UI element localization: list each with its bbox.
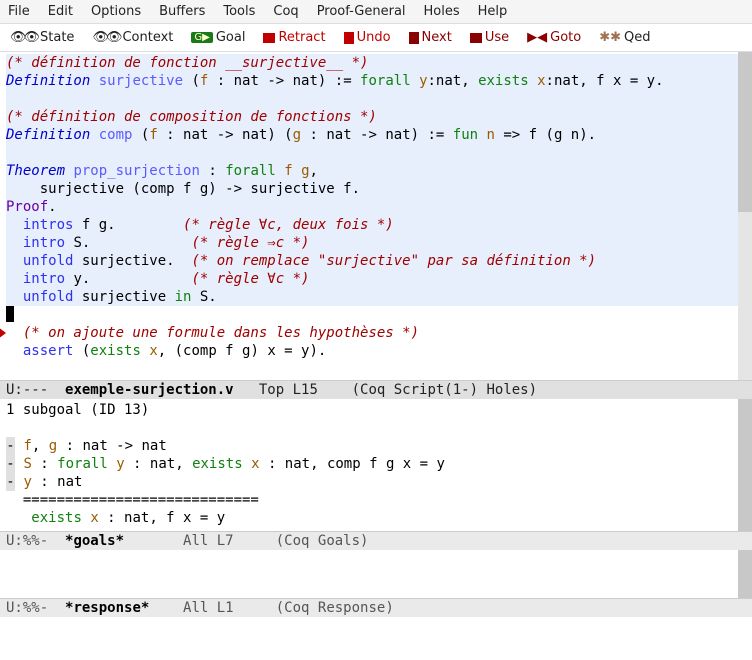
modeline-goals: U:%%- *goals* All L7 (Coq Goals) <box>0 531 752 550</box>
menu-edit[interactable]: Edit <box>48 4 73 19</box>
undo-icon <box>344 32 354 44</box>
menubar: File Edit Options Buffers Tools Coq Proo… <box>0 0 752 24</box>
state-icon: 👁👁 <box>10 30 37 45</box>
menu-proof-general[interactable]: Proof-General <box>317 4 406 19</box>
goto-button[interactable]: ▶◀ Goto <box>527 30 581 45</box>
menu-tools[interactable]: Tools <box>223 4 255 19</box>
menu-options[interactable]: Options <box>91 4 141 19</box>
toolbar: 👁👁 State 👁👁 Context G▶ Goal Retract Undo… <box>0 24 752 52</box>
proof-marker-icon <box>0 327 6 339</box>
qed-button[interactable]: ✱✱ Qed <box>599 30 650 45</box>
response-scrollbar[interactable] <box>738 550 752 598</box>
modeline-main: U:--- exemple-surjection.v Top L15 (Coq … <box>0 380 752 399</box>
use-icon <box>470 33 482 43</box>
menu-help[interactable]: Help <box>478 4 508 19</box>
code-editor[interactable]: (* définition de fonction __surjective__… <box>0 52 752 380</box>
goals-scrollbar[interactable] <box>738 399 752 531</box>
text-cursor <box>6 306 14 322</box>
menu-buffers[interactable]: Buffers <box>159 4 205 19</box>
goal-icon: G▶ <box>191 32 212 43</box>
menu-coq[interactable]: Coq <box>273 4 298 19</box>
response-pane[interactable] <box>0 550 752 598</box>
menu-file[interactable]: File <box>8 4 30 19</box>
goal-button[interactable]: G▶ Goal <box>191 30 245 45</box>
code-scrollbar[interactable] <box>738 52 752 380</box>
retract-icon <box>263 33 275 43</box>
goals-pane[interactable]: 1 subgoal (ID 13) - f, g : nat -> nat- S… <box>0 399 752 531</box>
context-icon: 👁👁 <box>92 30 119 45</box>
qed-icon: ✱✱ <box>599 30 621 45</box>
undo-button[interactable]: Undo <box>344 30 391 45</box>
modeline-response: U:%%- *response* All L1 (Coq Response) <box>0 598 752 617</box>
menu-holes[interactable]: Holes <box>424 4 460 19</box>
next-button[interactable]: Next <box>409 30 452 45</box>
next-icon <box>409 32 419 44</box>
goto-icon: ▶◀ <box>527 30 547 45</box>
retract-button[interactable]: Retract <box>263 30 325 45</box>
state-button[interactable]: 👁👁 State <box>10 30 74 45</box>
use-button[interactable]: Use <box>470 30 509 45</box>
context-button[interactable]: 👁👁 Context <box>92 30 173 45</box>
